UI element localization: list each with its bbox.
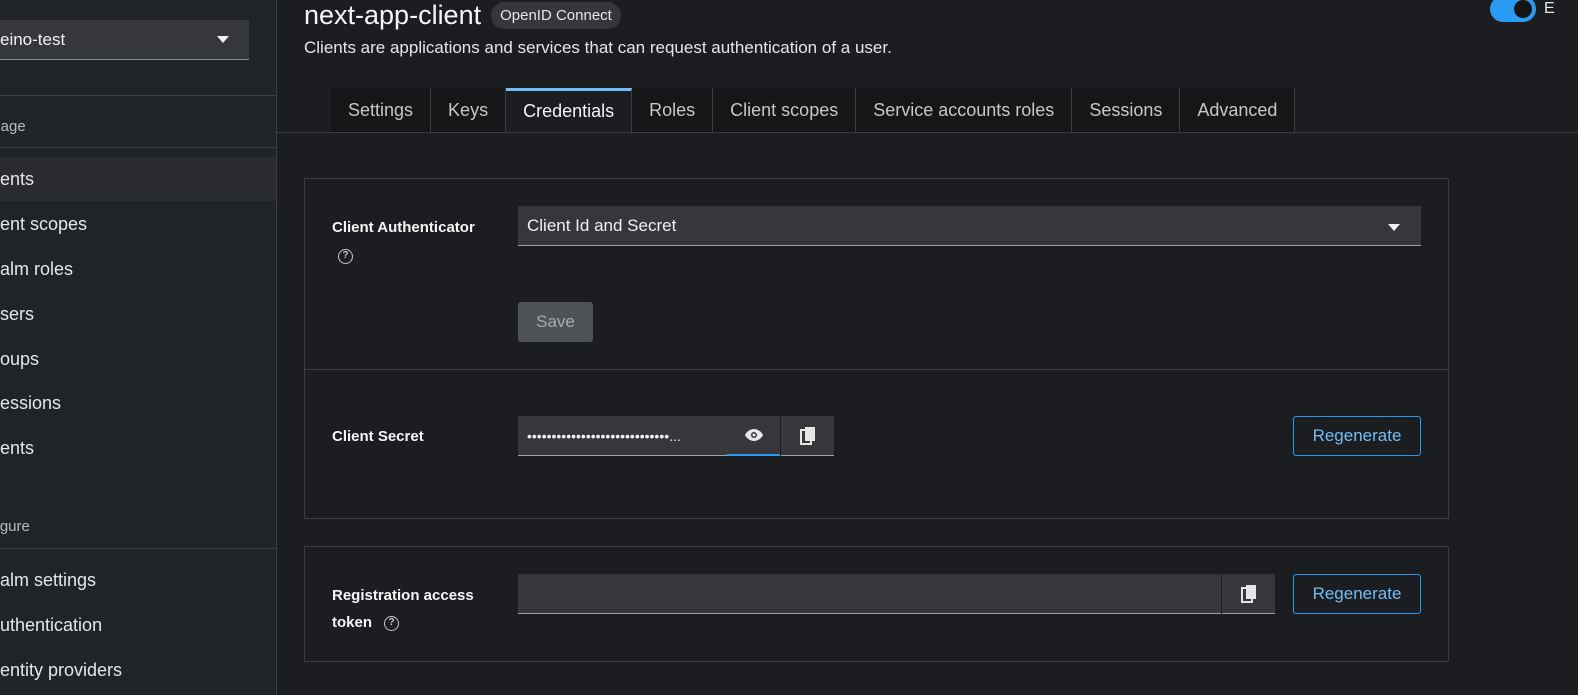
eye-icon xyxy=(744,429,763,441)
tab-roles[interactable]: Roles xyxy=(632,88,714,132)
help-icon[interactable]: ? xyxy=(338,249,353,264)
enabled-toggle-wrap: E xyxy=(1490,0,1555,22)
divider xyxy=(0,147,276,148)
credentials-card: Client Authenticator ? Client Id and Sec… xyxy=(304,178,1449,519)
tab-service-accounts-roles[interactable]: Service accounts roles xyxy=(856,88,1073,132)
client-secret-label: Client Secret xyxy=(332,428,424,445)
registration-token-label-line2: token xyxy=(332,614,373,631)
copy-icon xyxy=(1240,584,1256,603)
sidebar-item-users[interactable]: sers xyxy=(0,292,276,336)
client-authenticator-value: Client Id and Secret xyxy=(527,215,677,235)
page-header: next-app-client OpenID Connect xyxy=(304,0,621,30)
sidebar-item-label: oups xyxy=(0,348,40,369)
sidebar-item-clients[interactable]: ents xyxy=(0,157,276,201)
regenerate-token-button[interactable]: Regenerate xyxy=(1293,574,1421,614)
tabs-divider xyxy=(277,132,1578,133)
tab-client-scopes[interactable]: Client scopes xyxy=(713,88,857,132)
toggle-knob xyxy=(1514,0,1532,18)
sidebar-item-label: ents xyxy=(0,437,35,458)
sidebar-item-label: essions xyxy=(0,392,62,413)
save-button[interactable]: Save xyxy=(518,302,593,342)
page-subtitle: Clients are applications and services th… xyxy=(304,38,892,57)
sidebar-item-label: sers xyxy=(0,303,35,324)
client-secret-field[interactable]: •••••••••••••••••••••••••••••... xyxy=(518,416,727,456)
sidebar-item-label: alm roles xyxy=(0,258,74,279)
sidebar-item-groups[interactable]: oups xyxy=(0,337,276,381)
regenerate-secret-button[interactable]: Regenerate xyxy=(1293,416,1421,456)
nav-section-configure: nfigure xyxy=(0,518,30,535)
tab-sessions[interactable]: Sessions xyxy=(1072,88,1181,132)
caret-down-icon xyxy=(1388,224,1400,231)
show-secret-button[interactable] xyxy=(727,416,780,456)
registration-token-card: Registration access token ? Regenerate xyxy=(304,546,1449,662)
sidebar-item-label: alm settings xyxy=(0,569,97,590)
registration-token-label-line1: Registration access xyxy=(332,587,474,604)
sidebar-item-authentication[interactable]: uthentication xyxy=(0,603,276,647)
registration-token-field[interactable] xyxy=(518,574,1221,614)
sidebar-item-label: ent scopes xyxy=(0,213,88,234)
tab-advanced[interactable]: Advanced xyxy=(1180,88,1296,132)
tab-credentials[interactable]: Credentials xyxy=(506,88,633,132)
sidebar-item-realm-settings[interactable]: alm settings xyxy=(0,558,276,602)
tab-keys[interactable]: Keys xyxy=(431,88,507,132)
caret-down-icon xyxy=(217,36,229,43)
enabled-toggle[interactable] xyxy=(1490,0,1536,22)
sidebar-item-identity-providers[interactable]: entity providers xyxy=(0,648,276,692)
sidebar-item-label: ents xyxy=(0,168,35,189)
enabled-toggle-label: E xyxy=(1544,0,1555,17)
sidebar-item-events[interactable]: ents xyxy=(0,426,276,470)
tab-settings[interactable]: Settings xyxy=(331,88,432,132)
page-title: next-app-client xyxy=(304,0,482,30)
client-authenticator-select[interactable]: Client Id and Secret xyxy=(518,206,1421,246)
copy-token-button[interactable] xyxy=(1222,574,1275,614)
sidebar-item-client-scopes[interactable]: ent scopes xyxy=(0,202,276,246)
divider xyxy=(0,95,276,96)
sidebar-item-label: uthentication xyxy=(0,614,103,635)
client-authenticator-label: Client Authenticator xyxy=(332,219,475,236)
divider xyxy=(0,548,276,549)
realm-selector-value: eino-test xyxy=(0,29,66,49)
nav-section-manage: anage xyxy=(0,118,26,135)
protocol-badge: OpenID Connect xyxy=(491,1,621,29)
copy-secret-button[interactable] xyxy=(781,416,834,456)
sidebar-item-sessions[interactable]: essions xyxy=(0,381,276,425)
client-secret-value: •••••••••••••••••••••••••••••... xyxy=(527,427,681,444)
realm-selector[interactable]: eino-test xyxy=(0,20,249,60)
sidebar: eino-test anage ents ent scopes alm role… xyxy=(0,0,277,695)
section-divider xyxy=(305,369,1448,370)
help-icon[interactable]: ? xyxy=(384,616,399,631)
tab-bar: Settings Keys Credentials Roles Client s… xyxy=(331,88,1296,132)
copy-icon xyxy=(799,426,815,445)
sidebar-item-realm-roles[interactable]: alm roles xyxy=(0,247,276,291)
sidebar-item-label: entity providers xyxy=(0,659,123,680)
